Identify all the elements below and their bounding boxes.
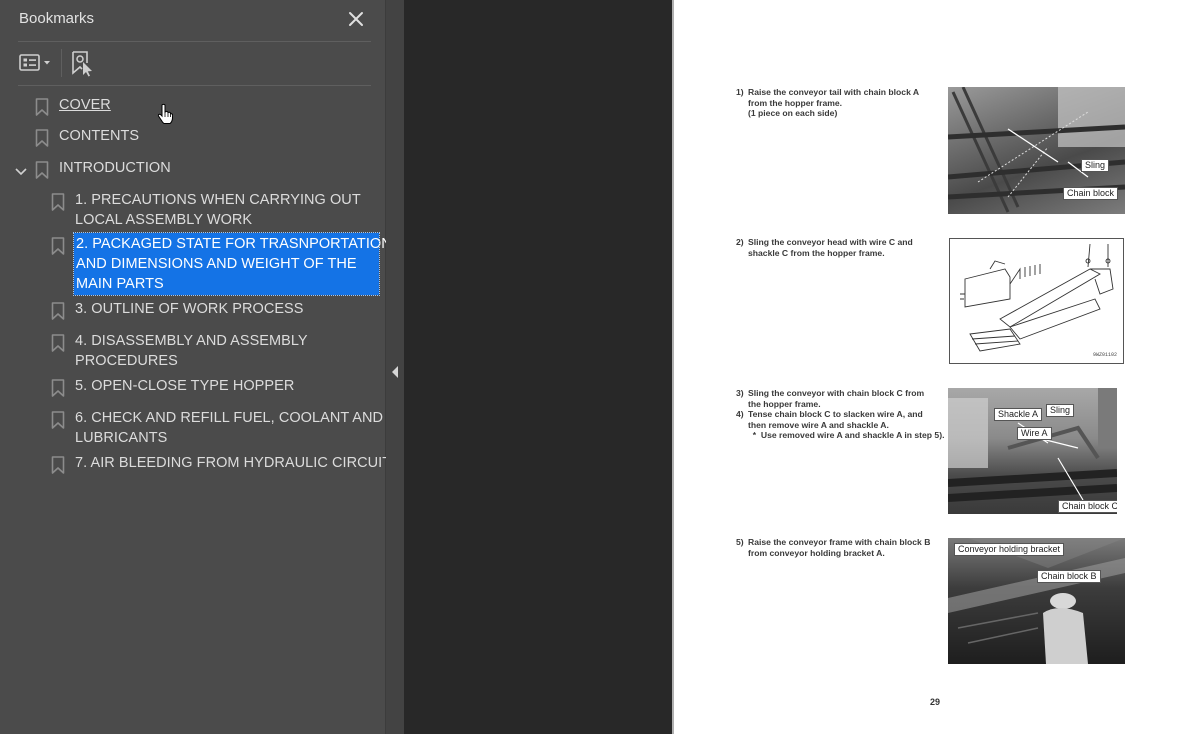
bookmark-icon xyxy=(35,129,49,147)
chevron-down-icon[interactable] xyxy=(14,163,28,176)
close-panel-button[interactable] xyxy=(346,9,366,29)
figure-3-callout-sling: Sling xyxy=(1046,404,1075,417)
bookmark-label: INTRODUCTION xyxy=(59,160,171,176)
bookmark-label: 1. PRECAUTIONS WHEN CARRYING OUT LOCAL A… xyxy=(75,192,361,228)
bookmark-label: CONTENTS xyxy=(59,128,140,144)
bookmark-icon xyxy=(51,411,65,429)
bookmark-icon xyxy=(51,302,65,320)
list-options-icon xyxy=(19,54,50,71)
figure-4-illustration xyxy=(948,538,1125,664)
figure-3-callout-chain-block-c: Chain block C xyxy=(1058,500,1117,513)
options-menu-button[interactable] xyxy=(18,51,56,75)
collapse-panel-arrow-icon[interactable] xyxy=(390,364,400,380)
bookmark-icon xyxy=(35,161,49,179)
find-current-bookmark-icon xyxy=(72,51,92,77)
bookmarks-toolbar xyxy=(0,43,386,85)
pdf-page: 1) Raise the conveyor tail with chain bl… xyxy=(672,0,1200,734)
panel-title: Bookmarks xyxy=(19,10,95,27)
figure-3-illustration xyxy=(948,388,1117,502)
close-icon xyxy=(349,12,363,26)
bookmark-label: 5. OPEN-CLOSE TYPE HOPPER xyxy=(75,378,295,394)
bookmark-label: 7. AIR BLEEDING FROM HYDRAULIC CIRCUITS xyxy=(75,455,401,471)
bookmark-icon xyxy=(35,98,49,116)
page-number: 29 xyxy=(930,697,941,707)
panel-header: Bookmarks xyxy=(0,0,386,42)
find-current-bookmark-button[interactable] xyxy=(70,49,96,77)
figure-3-callout-wire-a: Wire A xyxy=(1017,427,1052,440)
figure-2-code: 9WZ01102 xyxy=(1092,352,1117,358)
figure-4-callout-conveyor-holding-bracket: Conveyor holding bracket xyxy=(954,543,1065,556)
figure-1-callout-sling: Sling xyxy=(1081,159,1110,172)
figure-1-callout-chain-block: Chain block xyxy=(1063,187,1119,200)
figure-3-callout-shackle-a: Shackle A xyxy=(994,408,1043,421)
bookmark-icon xyxy=(51,193,65,211)
bookmark-icon xyxy=(51,237,65,255)
bookmark-label: 4. DISASSEMBLY AND ASSEMBLY PROCEDURES xyxy=(75,333,308,369)
bookmark-label: COVER xyxy=(59,97,111,113)
bookmarks-panel: Bookmarks COVER CONTENTS INTRODUCTION 1.… xyxy=(0,0,401,734)
figure-1-photo: Sling Chain block xyxy=(948,87,1125,214)
figure-2-drawing: 9WZ01102 xyxy=(949,238,1124,364)
toolbar-separator xyxy=(61,49,62,77)
bookmark-icon xyxy=(51,456,65,474)
figure-4-callout-chain-block-b: Chain block B xyxy=(1037,570,1101,583)
bookmark-icon xyxy=(51,379,65,397)
bookmark-label: 3. OUTLINE OF WORK PROCESS xyxy=(75,301,304,317)
bookmark-icon xyxy=(51,334,65,352)
bookmark-label: 6. CHECK AND REFILL FUEL, COOLANT AND LU… xyxy=(75,410,384,446)
toolbar-divider xyxy=(18,85,371,86)
bookmark-label: 2. PACKAGED STATE FOR TRASNPORTATION, AN… xyxy=(73,232,396,296)
hand-pointer-cursor-icon xyxy=(157,103,173,124)
figure-3-photo: Shackle A Sling Wire A Chain block C xyxy=(948,388,1117,514)
figure-2-illustration xyxy=(960,243,1114,352)
header-divider xyxy=(18,41,371,42)
figure-4-photo: Conveyor holding bracket Chain block B xyxy=(948,538,1125,664)
